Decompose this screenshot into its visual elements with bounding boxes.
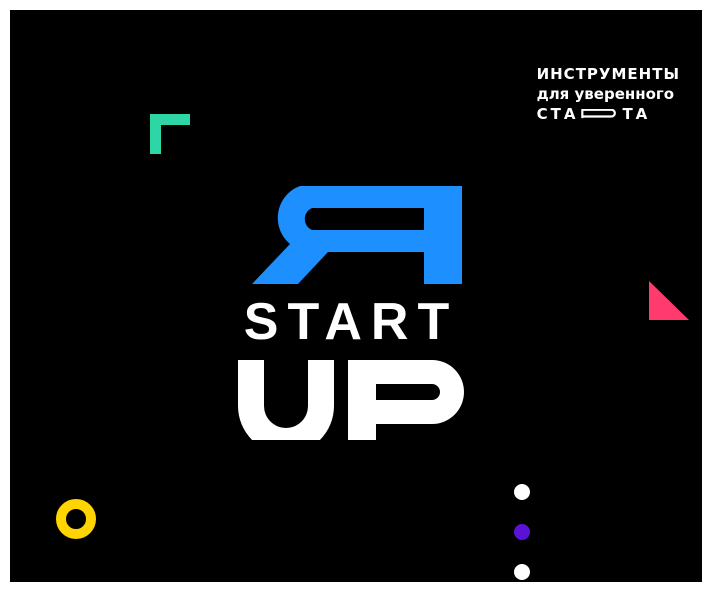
ya-logo-mark-icon (252, 186, 462, 284)
tagline-r-bar-icon (581, 109, 617, 119)
tagline-line-1: ИНСТРУМЕНТЫ (536, 65, 680, 83)
pink-triangle-icon (649, 281, 689, 320)
up-logo-word-icon (238, 360, 464, 440)
green-corner-icon (150, 114, 190, 154)
yellow-ring-icon (56, 499, 96, 539)
dots-column-icon (514, 484, 530, 580)
tagline: ИНСТРУМЕНТЫ для уверенного СТА ТА (537, 64, 680, 124)
banner-frame: ИНСТРУМЕНТЫ для уверенного СТА ТА START (10, 10, 702, 582)
tagline-line-3: СТА ТА (537, 104, 680, 124)
logo-word-start: START (243, 293, 459, 351)
tagline-line-3-start: СТА (536, 105, 579, 123)
tagline-line-3-end: ТА (622, 105, 651, 123)
tagline-line-2: для уверенного (536, 85, 675, 103)
